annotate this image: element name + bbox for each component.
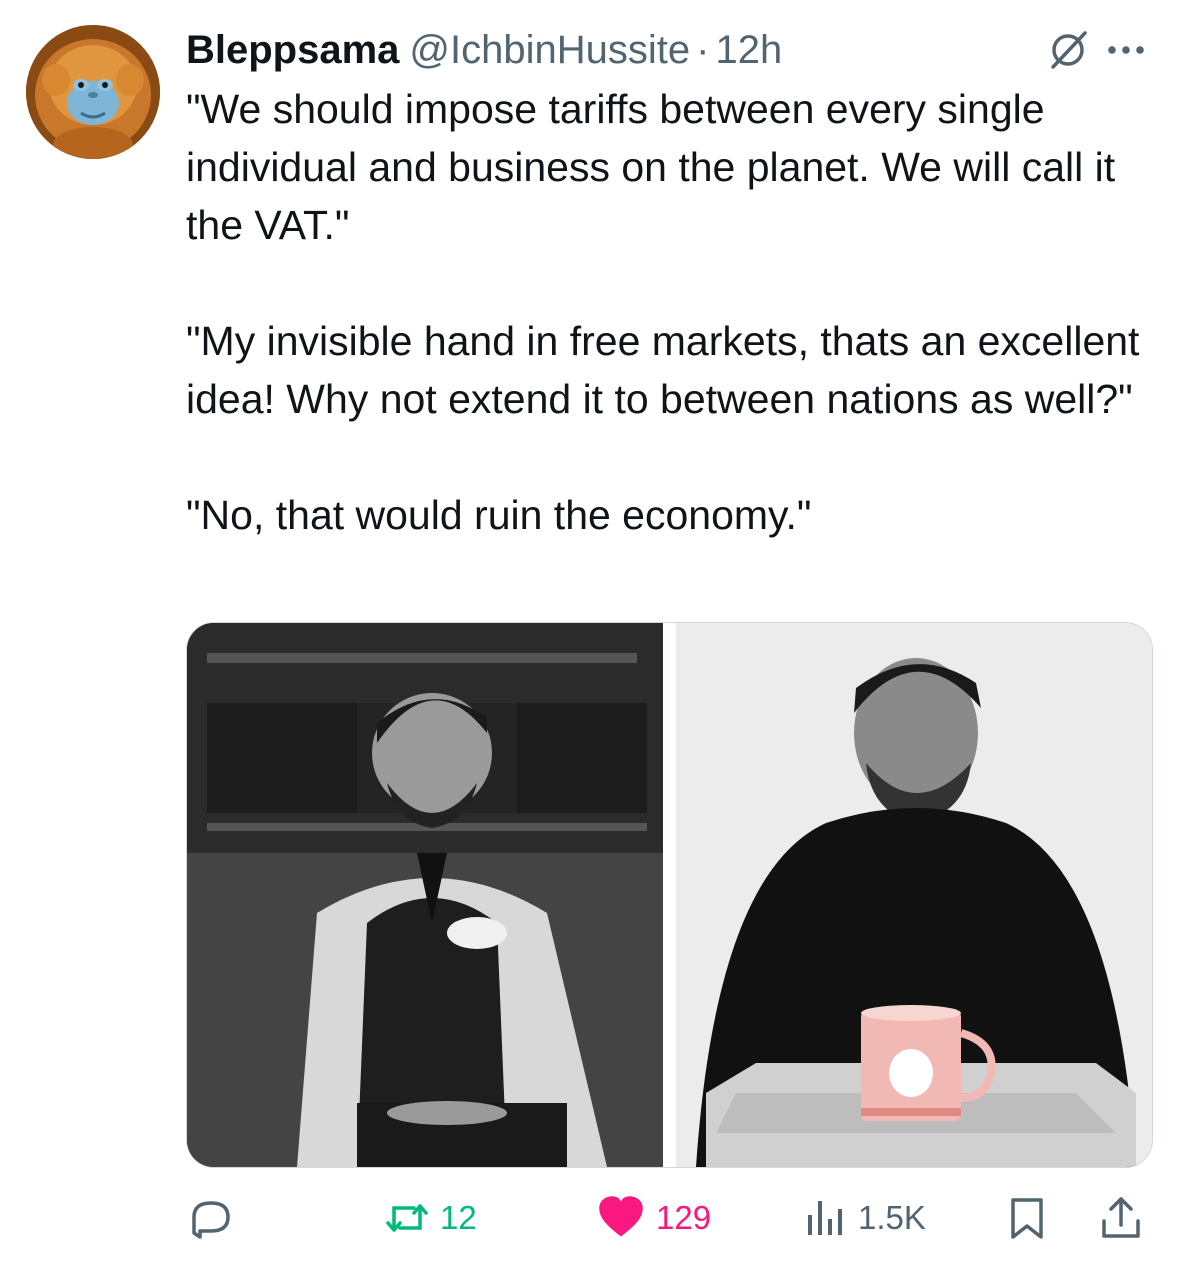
views-chart-icon (808, 1201, 842, 1235)
like-button[interactable]: 129 (596, 1188, 711, 1248)
grok-icon[interactable] (1045, 27, 1091, 73)
share-icon (1102, 1197, 1140, 1238)
tweet-paragraph-3: "No, that would ruin the economy." (186, 492, 812, 538)
tweet-header: Bleppsama @IchbinHussite · 12h (186, 22, 1151, 78)
heart-icon (599, 1196, 643, 1237)
tweet-timestamp[interactable]: 12h (715, 22, 782, 78)
bookmark-icon (1011, 1198, 1043, 1239)
tweet-paragraph-2: "My invisible hand in free markets, that… (186, 318, 1151, 422)
snub-nosed-monkey-avatar-icon (26, 25, 160, 159)
media-image-right[interactable] (676, 623, 1152, 1167)
reply-icon (192, 1201, 230, 1239)
reply-button[interactable] (188, 1188, 244, 1248)
bookmark-button[interactable] (1004, 1188, 1050, 1248)
media-image-left[interactable] (187, 623, 663, 1167)
author-handle[interactable]: @IchbinHussite (409, 22, 690, 78)
tweet-text: "We should impose tariffs between every … (186, 80, 1146, 544)
author-avatar[interactable] (26, 25, 160, 159)
tweet[interactable]: Bleppsama @IchbinHussite · 12h "We shoul… (0, 0, 1179, 1262)
tweet-media (186, 622, 1153, 1168)
more-options-icon[interactable] (1103, 30, 1149, 70)
retweet-button[interactable]: 12 (384, 1188, 477, 1248)
views-count: 1.5K (858, 1199, 926, 1236)
header-separator: · (696, 28, 710, 72)
media-divider (663, 623, 676, 1167)
retweet-count: 12 (440, 1199, 477, 1236)
retweet-icon (386, 1204, 428, 1232)
tweet-actions: 12 129 1.5K (186, 1188, 1151, 1248)
author-display-name[interactable]: Bleppsama (186, 22, 399, 78)
views-button[interactable]: 1.5K (802, 1188, 926, 1248)
like-count: 129 (656, 1199, 712, 1236)
tweet-paragraph-1: "We should impose tariffs between every … (186, 86, 1127, 248)
share-button[interactable] (1098, 1188, 1144, 1248)
